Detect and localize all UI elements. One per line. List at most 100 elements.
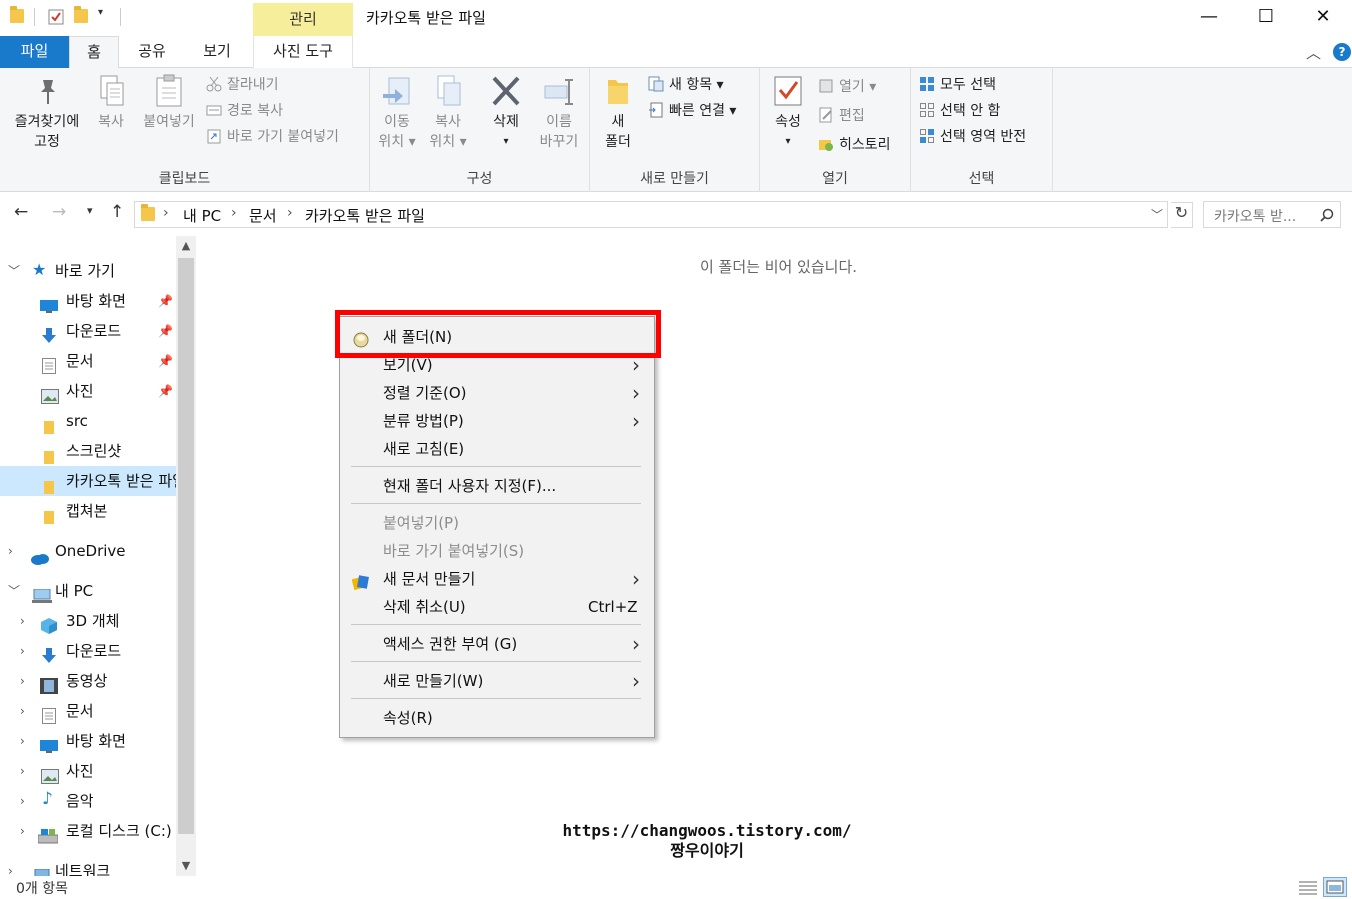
menu-item-customize-folder[interactable]: 현재 폴더 사용자 지정(F)... bbox=[342, 472, 652, 500]
chevron-right-icon[interactable]: › bbox=[8, 856, 13, 876]
move-to-button[interactable]: 이동 위치 ▾ bbox=[376, 74, 418, 152]
chevron-right-icon[interactable]: › bbox=[20, 726, 25, 756]
menu-item-give-access[interactable]: 액세스 권한 부여 (G) › bbox=[342, 630, 652, 658]
nav-item-pc-documents[interactable]: › 문서 bbox=[0, 696, 176, 726]
breadcrumb-separator[interactable]: › bbox=[163, 205, 169, 221]
close-button[interactable]: ✕ bbox=[1294, 0, 1352, 34]
manage-contextual-tab[interactable]: 관리 bbox=[253, 3, 353, 36]
address-dropdown-chevron-icon[interactable]: ﹀ bbox=[1151, 206, 1163, 223]
easy-access-button[interactable]: 빠른 연결 ▾ bbox=[648, 100, 736, 122]
nav-item-pc-desktop[interactable]: › 바탕 화면 bbox=[0, 726, 176, 756]
nav-scrollbar[interactable]: ▲ ▼ bbox=[176, 236, 196, 876]
address-bar[interactable]: › 내 PC › 문서 › 카카오톡 받은 파일 ﹀ bbox=[134, 201, 1168, 228]
nav-quick-access[interactable]: ﹀ ★ 바로 가기 bbox=[0, 256, 176, 286]
tab-view[interactable]: 보기 bbox=[188, 36, 246, 68]
breadcrumb-kakaotalk[interactable]: 카카오톡 받은 파일 bbox=[305, 205, 425, 226]
chevron-down-icon[interactable]: ﹀ bbox=[8, 256, 20, 286]
chevron-down-icon[interactable]: ﹀ bbox=[8, 576, 20, 606]
breadcrumb-documents[interactable]: 문서 bbox=[249, 205, 277, 226]
back-arrow-icon[interactable]: ← bbox=[14, 202, 28, 222]
breadcrumb-separator[interactable]: › bbox=[231, 205, 237, 221]
chevron-right-icon[interactable]: › bbox=[20, 636, 25, 666]
nav-item-3d-objects[interactable]: › 3D 개체 bbox=[0, 606, 176, 636]
maximize-button[interactable]: ☐ bbox=[1237, 0, 1295, 34]
scroll-down-icon[interactable]: ▼ bbox=[176, 856, 196, 876]
nav-item-captures[interactable]: 캡쳐본 bbox=[0, 496, 176, 526]
customize-quick-access-icon[interactable]: ▾ bbox=[98, 7, 114, 23]
copy-button[interactable]: 복사 bbox=[88, 74, 134, 132]
nav-item-music[interactable]: › ♪ 음악 bbox=[0, 786, 176, 816]
pin-icon[interactable]: 📌 bbox=[158, 346, 173, 376]
copy-path-button[interactable]: 경로 복사 bbox=[206, 100, 283, 122]
chevron-right-icon[interactable]: › bbox=[20, 816, 25, 846]
properties-button[interactable]: 속성 ▾ bbox=[768, 74, 808, 152]
history-button[interactable]: 히스토리 bbox=[818, 134, 891, 156]
nav-network[interactable]: › 네트워크 bbox=[0, 856, 176, 876]
nav-item-pc-downloads[interactable]: › 다운로드 bbox=[0, 636, 176, 666]
edit-button[interactable]: 편집 bbox=[818, 105, 865, 127]
pin-icon[interactable]: 📌 bbox=[158, 316, 173, 346]
open-button[interactable]: 열기 ▾ bbox=[818, 76, 876, 98]
nav-item-downloads[interactable]: 다운로드 📌 bbox=[0, 316, 176, 346]
up-arrow-icon[interactable]: ↑ bbox=[110, 202, 124, 222]
details-view-icon[interactable] bbox=[1298, 879, 1318, 895]
nav-item-videos[interactable]: › 동영상 bbox=[0, 666, 176, 696]
scroll-up-icon[interactable]: ▲ bbox=[176, 236, 196, 256]
chevron-up-icon[interactable]: ︿ bbox=[1306, 42, 1321, 63]
nav-this-pc[interactable]: ﹀ 내 PC bbox=[0, 576, 176, 606]
copy-to-button[interactable]: 복사 위치 ▾ bbox=[426, 74, 470, 152]
paste-button[interactable]: 붙여넣기 bbox=[138, 74, 200, 132]
breadcrumb-separator[interactable]: › bbox=[287, 205, 293, 221]
properties-quick-icon[interactable] bbox=[48, 9, 64, 25]
help-icon[interactable]: ? bbox=[1333, 43, 1351, 61]
rename-button[interactable]: 이름 바꾸기 bbox=[534, 74, 584, 152]
menu-item-group-by[interactable]: 분류 방법(P) › bbox=[342, 407, 652, 435]
refresh-icon[interactable]: ↻ bbox=[1171, 202, 1193, 228]
large-icons-view-icon[interactable] bbox=[1323, 877, 1347, 897]
cut-button[interactable]: 잘라내기 bbox=[206, 74, 279, 96]
scrollbar-thumb[interactable] bbox=[178, 258, 194, 834]
search-input[interactable]: 카카오톡 받... bbox=[1203, 201, 1341, 228]
tab-file[interactable]: 파일 bbox=[0, 36, 69, 68]
tab-picture-tools[interactable]: 사진 도구 bbox=[253, 36, 353, 68]
menu-item-refresh[interactable]: 새로 고침(E) bbox=[342, 435, 652, 463]
nav-item-src[interactable]: src bbox=[0, 406, 176, 436]
chevron-right-icon[interactable]: › bbox=[8, 536, 13, 566]
nav-item-documents[interactable]: 문서 📌 bbox=[0, 346, 176, 376]
pin-icon[interactable]: 📌 bbox=[158, 376, 173, 406]
forward-arrow-icon[interactable]: → bbox=[52, 202, 66, 222]
invert-selection-button[interactable]: 선택 영역 반전 bbox=[919, 126, 1026, 148]
recent-locations-chevron-icon[interactable]: ▾ bbox=[87, 204, 93, 217]
new-folder-quick-icon[interactable] bbox=[74, 6, 90, 25]
nav-item-screenshots[interactable]: 스크린샷 bbox=[0, 436, 176, 466]
tab-home[interactable]: 홈 bbox=[69, 36, 119, 69]
breadcrumb-this-pc[interactable]: 내 PC bbox=[183, 205, 221, 226]
delete-button[interactable]: 삭제 ▾ bbox=[484, 74, 528, 152]
menu-item-sort-by[interactable]: 정렬 기준(O) › bbox=[342, 379, 652, 407]
chevron-right-icon[interactable]: › bbox=[20, 666, 25, 696]
chevron-right-icon[interactable]: › bbox=[20, 696, 25, 726]
menu-item-properties[interactable]: 속성(R) bbox=[342, 704, 652, 732]
pin-icon[interactable]: 📌 bbox=[158, 286, 173, 316]
select-all-button[interactable]: 모두 선택 bbox=[919, 74, 996, 96]
menu-item-new-document[interactable]: 새 문서 만들기 › bbox=[342, 565, 652, 593]
nav-item-kakaotalk-files[interactable]: 카카오톡 받은 파일 bbox=[0, 466, 176, 496]
new-item-button[interactable]: 새 항목 ▾ bbox=[648, 74, 724, 96]
tab-share[interactable]: 공유 bbox=[124, 36, 180, 68]
chevron-right-icon[interactable]: › bbox=[20, 756, 25, 786]
menu-item-new[interactable]: 새로 만들기(W) › bbox=[342, 667, 652, 695]
new-folder-button[interactable]: 새 폴더 bbox=[598, 74, 638, 152]
select-none-button[interactable]: 선택 안 함 bbox=[919, 100, 1000, 122]
chevron-right-icon[interactable]: › bbox=[20, 606, 25, 636]
nav-onedrive[interactable]: › OneDrive bbox=[0, 536, 176, 566]
menu-item-paste[interactable]: 붙여넣기(P) bbox=[342, 509, 652, 537]
nav-item-desktop[interactable]: 바탕 화면 📌 bbox=[0, 286, 176, 316]
nav-item-local-disk[interactable]: › 로컬 디스크 (C:) bbox=[0, 816, 176, 846]
nav-item-pictures[interactable]: 사진 📌 bbox=[0, 376, 176, 406]
menu-item-paste-shortcut[interactable]: 바로 가기 붙여넣기(S) bbox=[342, 537, 652, 565]
menu-item-undo-delete[interactable]: 삭제 취소(U) Ctrl+Z bbox=[342, 593, 652, 621]
pin-to-quick-access-button[interactable]: 즐겨찾기에 고정 bbox=[8, 74, 86, 152]
nav-item-pc-pictures[interactable]: › 사진 bbox=[0, 756, 176, 786]
chevron-right-icon[interactable]: › bbox=[20, 786, 25, 816]
minimize-button[interactable]: — bbox=[1180, 0, 1238, 34]
